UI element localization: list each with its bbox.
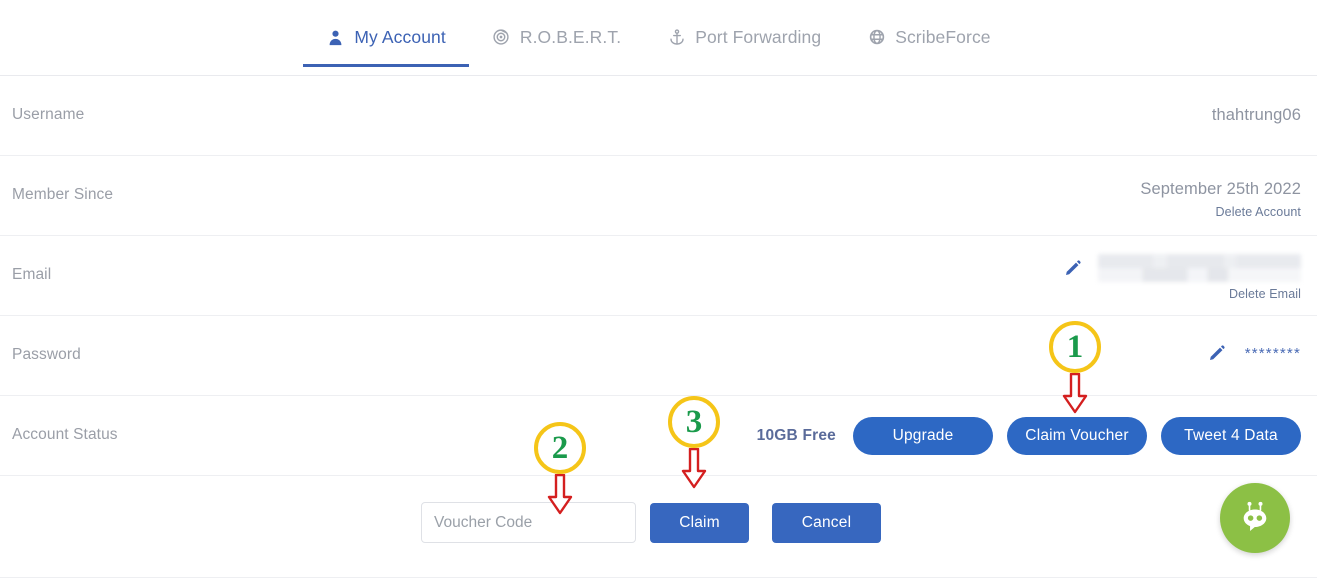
robot-icon	[1236, 497, 1274, 540]
username-value: thahtrung06	[1211, 106, 1301, 124]
account-page: My Account R.O.B.E.R.T. Port Forwarding …	[0, 0, 1317, 585]
account-rows: Username thahtrung06 Member Since Septem…	[0, 76, 1317, 476]
row-username: Username thahtrung06	[0, 76, 1317, 156]
row-value-container: ********	[1208, 344, 1301, 362]
tab-label: Port Forwarding	[695, 27, 822, 47]
row-email: Email Delete Email	[0, 236, 1317, 316]
email-line	[1064, 254, 1301, 282]
delete-email-link[interactable]: Delete Email	[1064, 287, 1301, 301]
voucher-code-input[interactable]	[421, 502, 636, 543]
edit-email-pencil-icon[interactable]	[1064, 259, 1082, 277]
row-password: Password ********	[0, 316, 1317, 396]
user-icon	[326, 26, 345, 48]
email-value-redacted	[1098, 254, 1301, 282]
row-label-password: Password	[12, 346, 81, 363]
target-icon	[492, 26, 511, 48]
claim-voucher-button[interactable]: Claim Voucher	[1007, 417, 1147, 455]
row-label-member-since: Member Since	[12, 186, 114, 203]
row-label-username: Username	[12, 106, 85, 123]
edit-password-pencil-icon[interactable]	[1208, 344, 1226, 362]
tab-scribeforce[interactable]: ScribeForce	[844, 0, 1013, 76]
row-value-container: Delete Email	[1064, 254, 1301, 301]
tab-port-forwarding[interactable]: Port Forwarding	[644, 0, 844, 76]
delete-account-link[interactable]: Delete Account	[1140, 205, 1301, 219]
row-value-container: thahtrung06	[1212, 104, 1301, 126]
globe-icon	[867, 26, 886, 48]
upgrade-button[interactable]: Upgrade	[853, 417, 993, 455]
cancel-button[interactable]: Cancel	[772, 503, 881, 543]
row-label-account-status: Account Status	[12, 426, 118, 443]
tab-my-account[interactable]: My Account	[303, 0, 470, 76]
tab-label: ScribeForce	[895, 27, 991, 47]
claim-button[interactable]: Claim	[650, 503, 749, 543]
tab-label: R.O.B.E.R.T.	[519, 27, 622, 47]
password-value: ********	[1244, 344, 1301, 362]
row-value-container: September 25th 2022 Delete Account	[1140, 178, 1301, 219]
tweet-4-data-button[interactable]: Tweet 4 Data	[1161, 417, 1301, 455]
row-account-status: Account Status 10GB Free Upgrade Claim V…	[0, 396, 1317, 476]
status-controls: 10GB Free Upgrade Claim Voucher Tweet 4 …	[757, 417, 1301, 455]
tab-robert[interactable]: R.O.B.E.R.T.	[469, 0, 644, 76]
chat-bot-button[interactable]	[1220, 483, 1290, 553]
row-label-email: Email	[12, 266, 52, 283]
plan-status-text: 10GB Free	[756, 427, 836, 444]
member-since-value: September 25th 2022	[1140, 180, 1301, 198]
tab-label: My Account	[354, 27, 446, 47]
anchor-icon	[667, 26, 686, 48]
row-member-since: Member Since September 25th 2022 Delete …	[0, 156, 1317, 236]
tab-bar: My Account R.O.B.E.R.T. Port Forwarding …	[0, 0, 1317, 76]
